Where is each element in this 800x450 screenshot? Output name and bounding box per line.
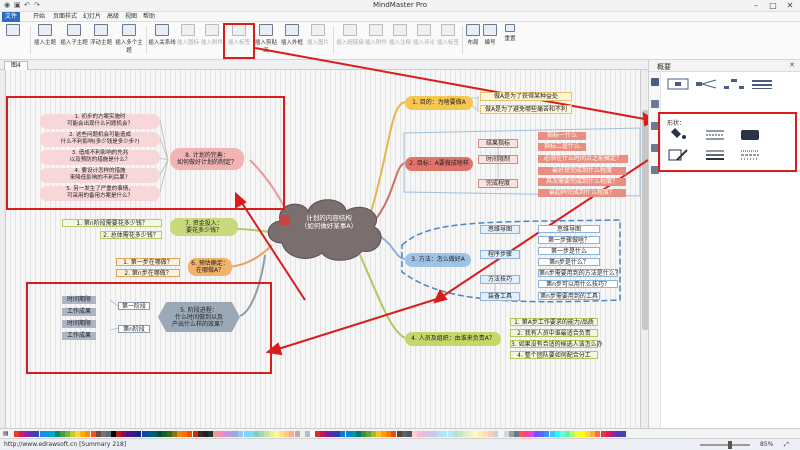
style-icon[interactable]: [651, 100, 659, 108]
branch-6-child-1[interactable]: 1. 第一步在哪做？: [116, 258, 180, 266]
branch-3-g3-child-1[interactable]: 第n步需要用到的方法是什么？: [538, 269, 621, 277]
format-icon[interactable]: [651, 78, 659, 86]
mindmaster-window: ◉ ▣ ↶ ↷ MindMaster Pro – □ ✕ 文件 开始 页面样式 …: [0, 0, 800, 450]
color-palette-bar: ▤: [0, 428, 800, 438]
highlight-box-branch-5: [26, 282, 272, 374]
branch-1-child-2[interactable]: 做A是为了避免哪些痛苦和不利: [480, 105, 572, 114]
branch-7-child-1[interactable]: 1. 第n阶段需要花多少钱？: [62, 219, 162, 227]
fit-window-icon[interactable]: ⤢: [784, 441, 789, 449]
branch-2-g3-child-2[interactable]: 其次需要完成到什么程度？: [538, 178, 626, 186]
highlight-box-branch-8: [6, 96, 285, 210]
branch-3-g1-child-1[interactable]: 思维导图: [538, 225, 600, 233]
branch-3-method[interactable]: 3. 方法：怎么做好A: [405, 253, 471, 267]
branch-3-g3-child-2[interactable]: 第n步可以用什么技巧？: [538, 280, 618, 288]
branch-7-budget[interactable]: 7. 资金投入： 要花多少钱？: [170, 218, 238, 236]
branch-2-g2-child-1[interactable]: 必须在什么时间点之前搞定？: [538, 155, 628, 163]
branch-3-group-3[interactable]: 方法技巧: [480, 275, 520, 284]
layout-tree-icon[interactable]: [695, 78, 717, 90]
branch-4-child-3[interactable]: 3. 如果没有合适的候选人该怎么办: [510, 340, 603, 348]
panel-close-icon[interactable]: ✕: [789, 61, 795, 69]
status-url[interactable]: http://www.edrawsoft.cn [Summary 218]: [4, 441, 126, 448]
branch-4-child-4[interactable]: 4. 整个团队要如何配合分工: [510, 351, 598, 359]
branch-2-g3-child-3[interactable]: 最起码完成到什么程度？: [538, 189, 626, 197]
branch-3-g2-child-3[interactable]: 第n步是什么？: [538, 258, 600, 266]
branch-3-g2-child-1[interactable]: 第一步骤做啥？: [538, 236, 600, 244]
branch-2-group-1[interactable]: 结果指标: [478, 139, 518, 148]
branch-4-child-1[interactable]: 1. 第A步工作要求的能力/品质: [510, 318, 598, 326]
branch-7-child-2[interactable]: 2. 总体需花多少钱？: [100, 231, 162, 239]
panel-header: 概要 ✕: [649, 60, 800, 72]
branch-2-g1-child-2[interactable]: 指标二是什么: [538, 143, 586, 151]
color-swatch[interactable]: [620, 431, 626, 437]
panel-title: 概要: [657, 63, 671, 71]
zoom-slider-handle[interactable]: [728, 441, 732, 449]
branch-3-group-1[interactable]: 思维导图: [480, 225, 520, 234]
branch-6-location[interactable]: 6. 预估确定： 在哪做A？: [188, 258, 232, 276]
zoom-level: 85%: [760, 441, 774, 448]
zoom-slider[interactable]: [700, 444, 750, 446]
panel-highlight-box: [658, 112, 797, 172]
branch-3-g4-child-1[interactable]: 第n步需要用到的工具: [538, 292, 600, 300]
branch-2-goal[interactable]: 2. 目标：A要做成啥样: [405, 157, 473, 171]
branch-4-people[interactable]: 4. 人员及组织：由谁来负责A？: [405, 332, 501, 346]
branch-3-group-2[interactable]: 程序步骤: [480, 250, 520, 259]
branch-3-group-4[interactable]: 装备工具: [480, 292, 520, 301]
branch-6-child-2[interactable]: 2. 第n步在哪做？: [116, 269, 180, 277]
status-bar: http://www.edrawsoft.cn [Summary 218] 85…: [0, 438, 800, 450]
branch-1-purpose[interactable]: 1. 目的：为啥要做A: [405, 96, 473, 110]
branch-1-child-1[interactable]: 做A是为了获得某种益处: [480, 92, 572, 101]
central-topic-label: 计划的内容结构 （如何做好某事A）: [300, 214, 358, 230]
branch-4-child-2[interactable]: 2. 我有人员中谁最适合负责: [510, 329, 598, 337]
layout-list-icon[interactable]: [751, 78, 773, 90]
branch-2-group-2[interactable]: 时间限制: [478, 155, 518, 164]
branch-2-g3-child-1[interactable]: 最好是完成到什么程度: [538, 167, 626, 175]
branch-2-g1-child-1[interactable]: 指标一什么: [538, 132, 586, 140]
branch-2-group-3[interactable]: 完成程度: [478, 179, 518, 188]
layout-org-icon[interactable]: [723, 78, 745, 90]
fill-icon[interactable]: ▤: [3, 430, 9, 437]
layout-map-icon[interactable]: [667, 78, 689, 90]
branch-3-g2-child-2[interactable]: 第一步是什么: [538, 247, 600, 255]
